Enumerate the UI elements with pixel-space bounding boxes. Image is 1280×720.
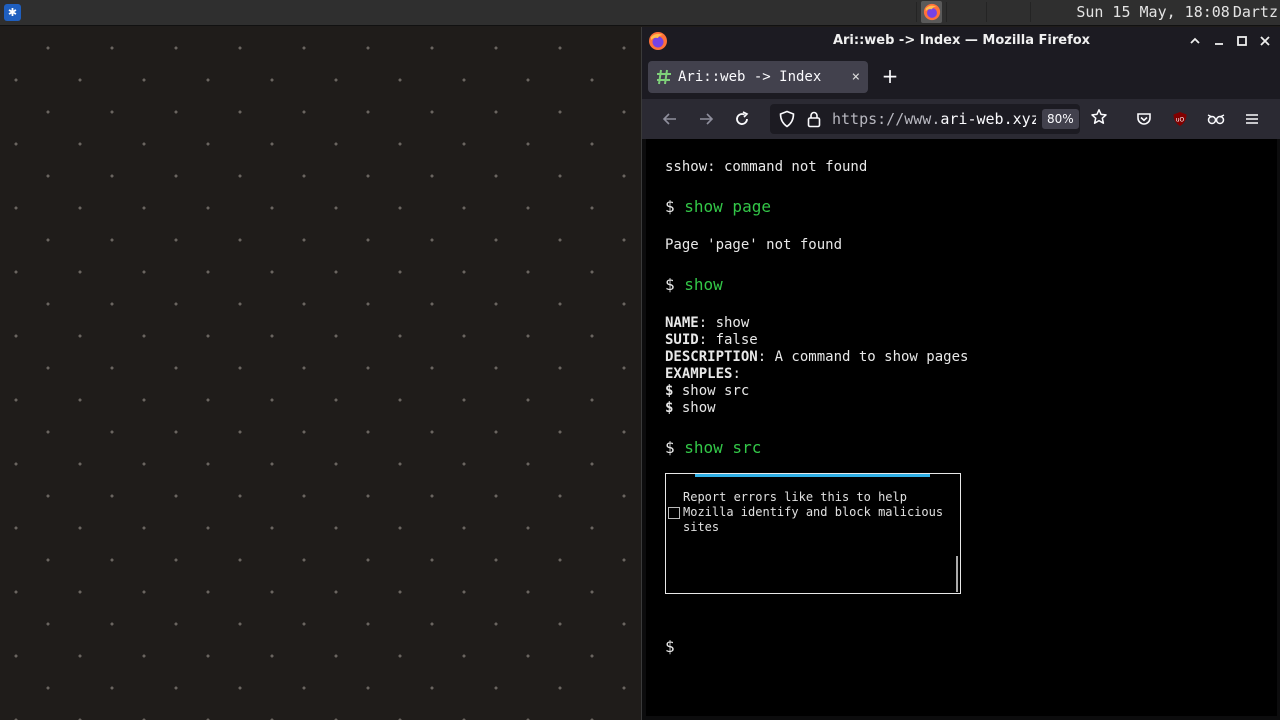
close-icon <box>1260 36 1270 46</box>
help-value: : false <box>698 332 758 348</box>
forward-button[interactable] <box>694 107 718 131</box>
navigation-toolbar: https://www.ari-web.xyz 80% uO <box>642 99 1280 139</box>
ublock-button[interactable]: uO <box>1168 107 1192 131</box>
menu-icon <box>1246 114 1258 124</box>
output-line: sshow: command not found <box>665 159 868 175</box>
help-examples-line: EXAMPLES: <box>665 366 1265 383</box>
star-icon <box>1091 109 1107 124</box>
prompt-symbol: $ <box>665 438 685 457</box>
help-key: DESCRIPTION <box>665 349 758 365</box>
minimize-icon <box>1215 43 1223 45</box>
zoom-indicator[interactable]: 80% <box>1042 109 1079 129</box>
shield-icon[interactable] <box>778 110 796 128</box>
lock-icon[interactable] <box>806 110 822 128</box>
window-maximize-button[interactable] <box>1232 31 1252 51</box>
page-content: sshow: command not found $ show page Pag… <box>646 139 1277 716</box>
frame-scrollbar[interactable] <box>956 556 958 592</box>
terminal-output: sshow: command not found $ show page Pag… <box>665 159 1265 457</box>
input-prompt[interactable]: $ <box>665 637 675 656</box>
help-value: : show <box>698 315 750 331</box>
command-line: $ show page <box>665 197 1265 216</box>
panel-user: Dartz <box>1232 3 1278 21</box>
firefox-window: Ari::web -> Index — Mozilla Firefox Ari:… <box>641 27 1280 720</box>
panel-clock[interactable]: Sun 15 May, 18:08 Dartz <box>1076 2 1278 23</box>
chevron-up-icon <box>1190 37 1200 44</box>
help-name-line: NAME: show <box>665 315 1265 332</box>
window-titlebar[interactable]: Ari::web -> Index — Mozilla Firefox <box>642 27 1280 55</box>
app-menu-button[interactable] <box>1240 107 1264 131</box>
output-line: Page 'page' not found <box>665 237 843 253</box>
command-text: show <box>684 275 723 294</box>
arrow-right-icon <box>700 113 714 125</box>
url-bar[interactable]: https://www.ari-web.xyz 80% <box>770 104 1107 134</box>
command-line: $ show src <box>665 438 1265 457</box>
reload-button[interactable] <box>730 107 754 131</box>
help-key: NAME <box>665 315 699 331</box>
panel-separator <box>1030 2 1031 22</box>
svg-text:uO: uO <box>1176 117 1185 124</box>
help-key: SUID <box>665 332 699 348</box>
pocket-icon <box>1137 113 1151 125</box>
help-description-line: DESCRIPTION: A command to show pages <box>665 349 1265 366</box>
reload-icon <box>736 111 749 125</box>
example-text: show src <box>673 383 750 399</box>
url-prefix: https://www. <box>832 110 941 128</box>
help-suid-line: SUID: false <box>665 332 1265 349</box>
arrow-left-icon <box>662 113 676 125</box>
maximize-icon <box>1237 36 1247 46</box>
url-text[interactable]: https://www.ari-web.xyz <box>832 104 1036 134</box>
help-key: EXAMPLES <box>665 366 733 382</box>
window-minimize-button[interactable] <box>1209 31 1229 51</box>
command-line: $ show <box>665 275 1265 294</box>
extension-button[interactable] <box>1204 107 1228 131</box>
prompt-symbol: $ <box>665 275 685 294</box>
prompt-symbol: $ <box>665 197 685 216</box>
command-text: show page <box>684 197 771 216</box>
new-tab-button[interactable]: + <box>878 65 902 89</box>
tab-ari-web-index[interactable]: Ari::web -> Index × <box>648 61 868 93</box>
help-example: $ show <box>665 400 1265 417</box>
clock-text: Sun 15 May, 18:08 <box>1076 3 1230 21</box>
error-accent-bar <box>695 474 930 477</box>
report-errors-checkbox[interactable] <box>668 507 680 519</box>
window-shade-button[interactable] <box>1185 31 1205 51</box>
tab-bar: Ari::web -> Index × + <box>642 55 1280 99</box>
tab-label: Ari::web -> Index <box>678 69 822 85</box>
panel-separator <box>986 2 987 22</box>
report-errors-label: Report errors like this to help Mozilla … <box>683 490 944 534</box>
extension-icon <box>1207 114 1225 125</box>
launcher-icon[interactable]: ✱ <box>4 4 21 21</box>
back-button[interactable] <box>658 107 682 131</box>
tab-close-button[interactable]: × <box>852 61 860 93</box>
firefox-icon <box>923 3 940 21</box>
url-domain: ari-web.xyz <box>940 110 1036 128</box>
help-value: : A command to show pages <box>757 349 969 365</box>
window-close-button[interactable] <box>1255 31 1275 51</box>
bookmark-button[interactable] <box>1088 108 1110 130</box>
ari-web-favicon-icon <box>657 69 671 85</box>
help-value: : <box>732 366 741 382</box>
pocket-button[interactable] <box>1132 107 1156 131</box>
ublock-icon: uO <box>1173 112 1187 126</box>
panel-separator <box>916 2 917 22</box>
command-text: show src <box>684 438 762 457</box>
panel-separator <box>946 2 947 22</box>
example-text: show <box>673 400 716 416</box>
help-example: $ show src <box>665 383 1265 400</box>
blocked-frame-error: Report errors like this to help Mozilla … <box>665 473 961 594</box>
top-panel: ✱ Sun 15 May, 18:08 Dartz <box>0 0 1280 26</box>
taskbar-firefox-button[interactable] <box>921 1 942 23</box>
